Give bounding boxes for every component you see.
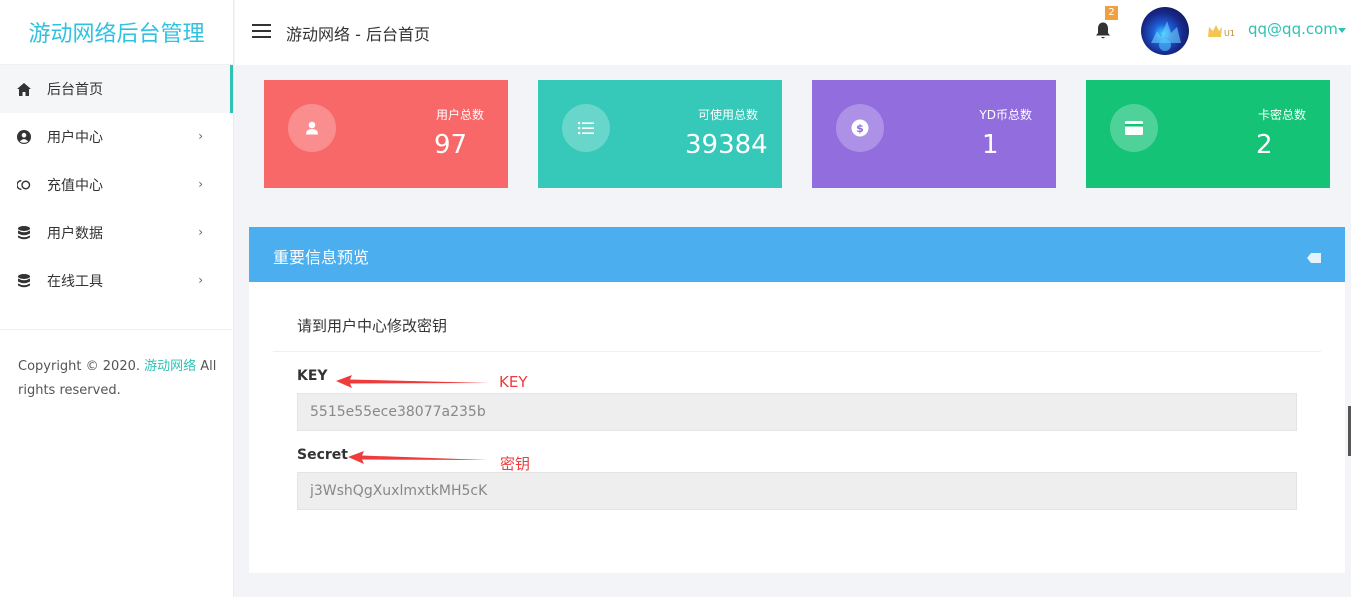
stat-card-available: 可使用总数 39384 xyxy=(538,80,782,188)
sidebar: 游动网络后台管理 后台首页 用户中心 › 充值中心 › 用户数据 › 在线工具 … xyxy=(0,0,234,597)
sidebar-item-label: 用户中心 xyxy=(47,130,103,146)
key-field[interactable] xyxy=(297,393,1297,431)
stat-label: 用户总数 xyxy=(435,108,484,122)
chevron-right-icon: › xyxy=(198,225,203,239)
stat-value: 39384 xyxy=(685,130,768,160)
svg-text:$: $ xyxy=(856,122,864,135)
secret-label: Secret xyxy=(297,447,348,463)
tools-icon xyxy=(17,274,31,288)
key-annotation: KEY xyxy=(499,373,528,391)
user-level-badge: U1 xyxy=(1207,23,1235,39)
stat-value: 2 xyxy=(1256,130,1273,160)
copyright-text: Copyright © 2020. 游动网络 All rights reserv… xyxy=(18,355,218,403)
list-icon xyxy=(562,104,610,152)
copyright-link[interactable]: 游动网络 xyxy=(144,359,196,374)
tag-icon[interactable] xyxy=(1307,248,1321,263)
top-header: 游动网络 - 后台首页 2 U1 qq@qq.com xyxy=(235,0,1351,65)
user-icon xyxy=(288,104,336,152)
home-icon xyxy=(17,82,31,96)
stat-value: 1 xyxy=(982,130,999,160)
panel-header: 重要信息预览 xyxy=(249,227,1345,282)
stat-card-yd-coins: $ YD币总数 1 xyxy=(812,80,1056,188)
stat-card-card-keys: 卡密总数 2 xyxy=(1086,80,1330,188)
notification-badge: 2 xyxy=(1105,6,1118,20)
sidebar-item-home[interactable]: 后台首页 xyxy=(0,65,233,113)
stat-label: 可使用总数 xyxy=(697,108,758,122)
sidebar-item-label: 后台首页 xyxy=(47,82,103,98)
user-circle-icon xyxy=(17,130,31,144)
panel-divider xyxy=(273,351,1321,352)
info-panel: 重要信息预览 请到用户中心修改密钥 KEY KEY Secret 密钥 xyxy=(249,227,1345,573)
sidebar-item-label: 在线工具 xyxy=(47,274,103,290)
sidebar-item-label: 用户数据 xyxy=(47,226,103,242)
menu-toggle-icon[interactable] xyxy=(252,24,271,38)
recharge-icon xyxy=(17,178,31,192)
stat-value: 97 xyxy=(434,130,468,160)
sidebar-item-user-data[interactable]: 用户数据 › xyxy=(0,209,233,257)
sidebar-item-user-center[interactable]: 用户中心 › xyxy=(0,113,233,161)
sidebar-item-label: 充值中心 xyxy=(47,178,103,194)
secret-annotation: 密钥 xyxy=(500,455,531,473)
stat-card-users: 用户总数 97 xyxy=(264,80,508,188)
chevron-right-icon: › xyxy=(198,177,203,191)
secret-field[interactable] xyxy=(297,472,1297,510)
bell-icon[interactable] xyxy=(1095,22,1111,40)
stat-label: YD币总数 xyxy=(979,108,1032,122)
user-email[interactable]: qq@qq.com xyxy=(1248,20,1338,38)
avatar[interactable] xyxy=(1141,7,1189,55)
brand-title[interactable]: 游动网络后台管理 xyxy=(0,0,233,65)
chevron-right-icon: › xyxy=(198,129,203,143)
sidebar-divider xyxy=(0,329,234,330)
annotation-arrow-key xyxy=(336,375,490,388)
database-icon xyxy=(17,226,31,240)
key-label: KEY xyxy=(297,368,328,384)
annotation-arrow-secret xyxy=(348,451,487,464)
sidebar-item-online-tools[interactable]: 在线工具 › xyxy=(0,257,233,305)
notice-text: 请到用户中心修改密钥 xyxy=(297,317,448,335)
chevron-right-icon: › xyxy=(198,273,203,287)
chevron-down-icon[interactable] xyxy=(1338,28,1346,33)
breadcrumb: 游动网络 - 后台首页 xyxy=(286,25,430,44)
panel-title: 重要信息预览 xyxy=(273,248,370,267)
sidebar-item-recharge[interactable]: 充值中心 › xyxy=(0,161,233,209)
user-level-text: U1 xyxy=(1224,29,1235,38)
credit-card-icon xyxy=(1110,104,1158,152)
stat-label: 卡密总数 xyxy=(1257,108,1306,122)
copyright-prefix: Copyright © 2020. xyxy=(18,359,145,374)
coin-icon: $ xyxy=(836,104,884,152)
